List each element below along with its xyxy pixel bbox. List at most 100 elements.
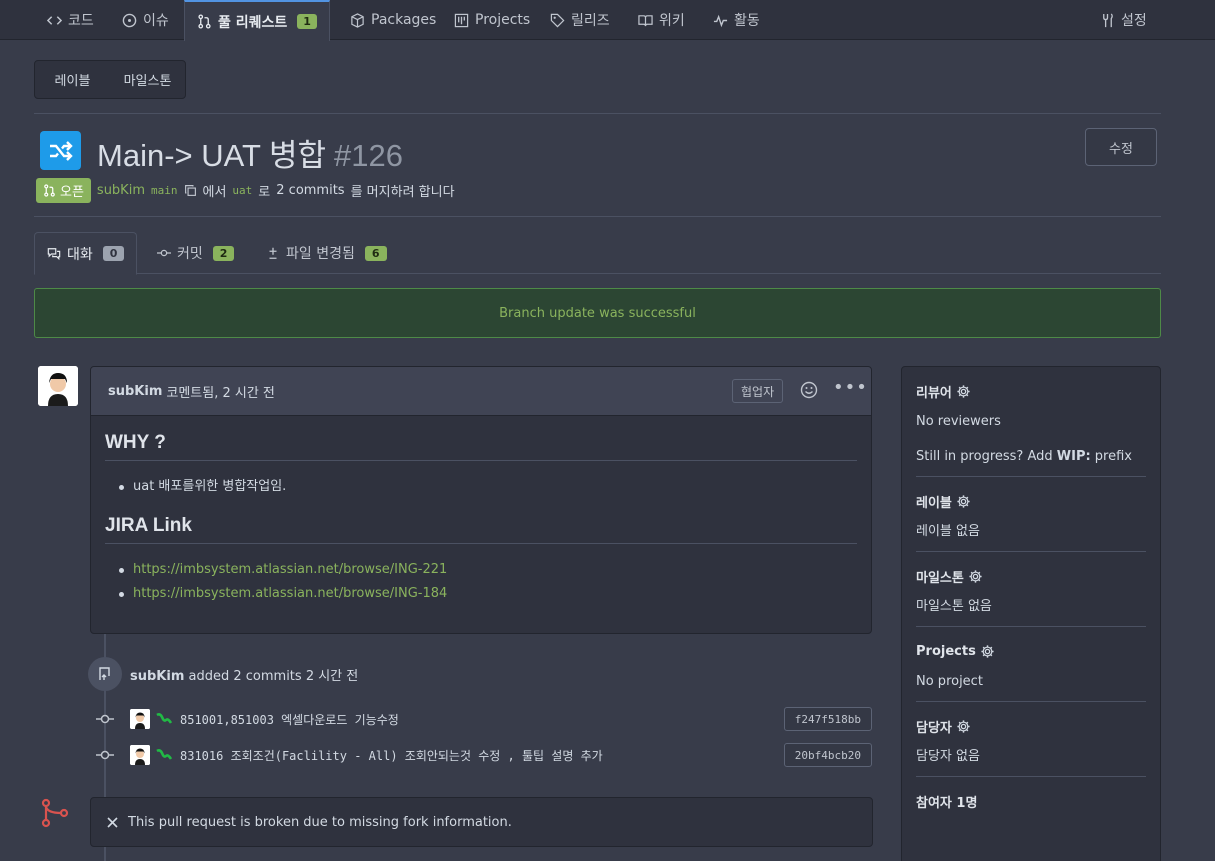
labels-button[interactable]: 레이블 — [35, 70, 110, 89]
gear-icon[interactable] — [968, 569, 983, 584]
projects-title: Projects — [916, 643, 976, 659]
avatar[interactable] — [130, 709, 150, 729]
pr-sidebar: 리뷰어 No reviewers Still in progress? Add … — [901, 366, 1161, 861]
tab-files-changed[interactable]: 파일 변경됨 6 — [266, 232, 387, 274]
wip-keyword[interactable]: WIP: — [1057, 449, 1091, 464]
copy-icon[interactable] — [184, 184, 197, 197]
reviewers-title: 리뷰어 — [916, 385, 952, 401]
divider — [34, 113, 1161, 114]
tab-conversation-count: 0 — [102, 246, 125, 261]
nav-issues-label: 이슈 — [143, 13, 169, 29]
nav-releases-label: 릴리즈 — [571, 13, 610, 29]
nav-pull-requests-badge: 1 — [297, 14, 317, 29]
nav-projects[interactable]: Projects — [454, 0, 530, 40]
nav-wiki[interactable]: 위키 — [638, 0, 685, 40]
base-branch[interactable]: uat — [232, 184, 252, 197]
user-avatar-icon — [130, 709, 150, 729]
pr-author-link[interactable]: subKim — [97, 183, 145, 198]
jira-link[interactable]: https://imbsystem.atlassian.net/browse/I… — [133, 562, 447, 577]
projects-header[interactable]: Projects — [916, 641, 1146, 661]
code-icon — [47, 15, 62, 25]
git-merge-icon — [41, 798, 69, 828]
comment-author[interactable]: subKim — [108, 384, 162, 399]
list-item: https://imbsystem.atlassian.net/browse/I… — [119, 558, 857, 582]
gear-icon[interactable] — [980, 644, 995, 659]
commit-message[interactable]: 831016 조회조건(Faclility - All) 조회안되는것 수정 ,… — [180, 747, 603, 764]
commit-row: 851001,851003 엑셀다운로드 기능수정 f247f518bb — [96, 707, 872, 731]
pr-title: Main-> UAT 병합 #126 — [97, 130, 403, 175]
nav-projects-label: Projects — [475, 12, 531, 28]
labels-header[interactable]: 레이블 — [916, 491, 1146, 511]
milestones-button[interactable]: 마일스톤 — [110, 70, 185, 89]
push-description: added 2 commits 2 시간 전 — [188, 669, 359, 684]
more-options-icon[interactable]: ••• — [833, 377, 868, 398]
pull-request-icon — [198, 14, 211, 29]
commit-icon — [96, 714, 114, 724]
tab-files-changed-count: 6 — [364, 245, 387, 261]
avatar[interactable] — [130, 745, 150, 765]
smiley-icon[interactable] — [800, 381, 818, 399]
gear-icon[interactable] — [956, 494, 971, 509]
nav-issues[interactable]: 이슈 — [122, 0, 169, 40]
user-avatar-icon — [38, 366, 78, 406]
nav-pull-requests[interactable]: 풀 리퀘스트 1 — [184, 0, 330, 41]
tab-commits[interactable]: 커밋 2 — [157, 232, 235, 274]
nav-activity[interactable]: 활동 — [713, 0, 760, 40]
flash-success: Branch update was successful — [34, 288, 1161, 338]
tab-conversation-label: 대화 — [67, 246, 93, 263]
milestone-section: 마일스톤 마일스톤 없음 — [916, 552, 1146, 627]
milestone-header[interactable]: 마일스톤 — [916, 566, 1146, 586]
heading-why: WHY ? — [105, 432, 857, 461]
pr-number: #126 — [334, 138, 403, 173]
list-item: https://imbsystem.atlassian.net/browse/I… — [119, 582, 857, 606]
nav-activity-label: 활동 — [734, 13, 760, 29]
nav-packages-label: Packages — [371, 12, 437, 28]
avatar[interactable] — [38, 366, 78, 406]
assignees-value: 담당자 없음 — [916, 749, 980, 764]
push-author[interactable]: subKim — [130, 669, 184, 684]
gear-icon[interactable] — [956, 719, 971, 734]
project-icon — [454, 13, 469, 27]
jira-link[interactable]: https://imbsystem.atlassian.net/browse/I… — [133, 586, 447, 601]
diff-icon — [269, 247, 277, 259]
wip-prefix: Still in progress? Add — [916, 449, 1057, 464]
nav-packages[interactable]: Packages — [350, 0, 436, 40]
nav-code-label: 코드 — [68, 13, 94, 29]
labels-section: 레이블 레이블 없음 — [916, 477, 1146, 552]
commit-message[interactable]: 851001,851003 엑셀다운로드 기능수정 — [180, 711, 399, 728]
comment-header: subKim 코멘트됨, 2 시간 전 협업자 ••• — [91, 367, 871, 416]
repo-avatar — [40, 131, 81, 170]
edit-title-button[interactable]: 수정 — [1085, 128, 1157, 166]
labels-value: 레이블 없음 — [916, 524, 980, 539]
merge-status-box: This pull request is broken due to missi… — [90, 797, 873, 847]
comment-time: 코멘트됨, 2 시간 전 — [166, 385, 275, 401]
tab-files-changed-label: 파일 변경됨 — [286, 246, 355, 262]
pulse-icon — [713, 14, 728, 27]
pr-tabs: 대화 0 커밋 2 파일 변경됨 6 — [34, 232, 1161, 275]
reviewers-header[interactable]: 리뷰어 — [916, 381, 1146, 401]
issue-icon — [122, 13, 137, 27]
head-branch[interactable]: main — [151, 184, 178, 197]
wip-suffix: prefix — [1090, 449, 1132, 464]
nav-settings[interactable]: 설정 — [1100, 0, 1147, 40]
nav-releases[interactable]: 릴리즈 — [550, 0, 610, 40]
commit-sha-button[interactable]: 20bf4bcb20 — [783, 743, 872, 767]
commit-icon — [157, 249, 171, 257]
assignees-header[interactable]: 담당자 — [916, 716, 1146, 736]
package-icon — [351, 12, 364, 28]
gear-icon[interactable] — [956, 384, 971, 399]
reviewers-value: No reviewers — [916, 414, 1001, 429]
tab-conversation[interactable]: 대화 0 — [34, 232, 138, 275]
commit-sha-button[interactable]: f247f518bb — [783, 707, 872, 731]
signature-icon — [156, 749, 172, 760]
labels-milestones-switch: 레이블 마일스톤 — [34, 60, 186, 99]
pr-meta: 오픈 subKim main 에서 uat 로 2 commits 를 머지하려… — [36, 177, 455, 203]
nav-code[interactable]: 코드 — [47, 0, 94, 40]
pr-title-text: Main-> UAT 병합 — [97, 138, 327, 173]
commit-count-text: 2 commits — [276, 182, 345, 198]
meta-from-text: 에서 — [202, 184, 227, 200]
tools-icon — [1103, 12, 1113, 27]
shuffle-icon — [49, 140, 73, 161]
reviewers-section: 리뷰어 No reviewers Still in progress? Add … — [916, 367, 1146, 477]
close-icon — [107, 816, 118, 828]
